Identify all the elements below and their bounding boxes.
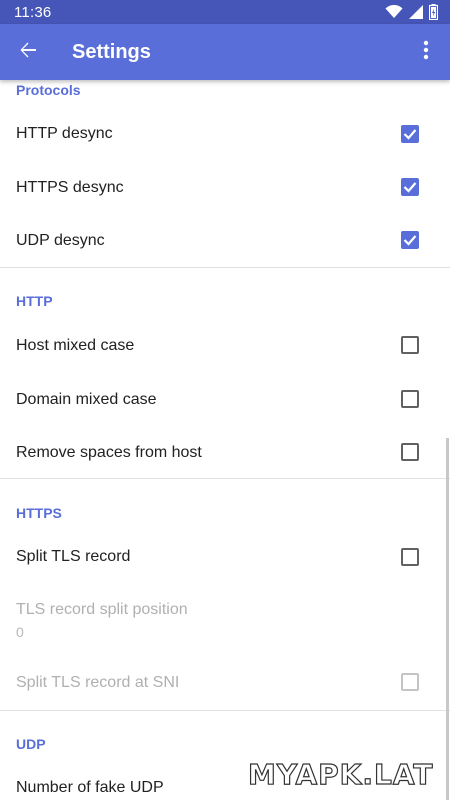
checkmark-icon <box>403 182 417 193</box>
section-header-protocols: Protocols <box>16 82 81 98</box>
checkbox-http-desync[interactable] <box>401 125 419 143</box>
overflow-menu-button[interactable] <box>402 24 450 80</box>
preference-tls-record-split-position: TLS record split position 0 <box>0 585 450 645</box>
section-divider <box>0 267 450 268</box>
checkmark-icon <box>403 235 417 246</box>
checkbox-split-tls-record-at-sni <box>401 673 419 691</box>
checkbox-remove-spaces-from-host[interactable] <box>401 443 419 461</box>
settings-screen: 11:36 Settings Protocols HTTP desync HTT… <box>0 0 450 800</box>
status-icons <box>385 4 438 20</box>
preference-label: UDP desync <box>16 232 105 249</box>
status-bar: 11:36 <box>0 0 450 24</box>
preference-label: Split TLS record at SNI <box>16 674 180 691</box>
preference-remove-spaces-from-host[interactable]: Remove spaces from host <box>0 426 450 480</box>
preference-label: Remove spaces from host <box>16 444 202 461</box>
preference-split-tls-record-at-sni: Split TLS record at SNI <box>0 656 450 710</box>
app-bar: Settings <box>0 24 450 80</box>
battery-icon <box>429 4 438 20</box>
checkbox-host-mixed-case[interactable] <box>401 336 419 354</box>
scrollbar[interactable] <box>446 438 449 800</box>
checkbox-domain-mixed-case[interactable] <box>401 390 419 408</box>
section-header-http: HTTP <box>16 293 53 309</box>
preference-label: TLS record split position <box>16 601 188 618</box>
wifi-icon <box>385 5 403 19</box>
signal-icon <box>409 5 423 19</box>
preference-host-mixed-case[interactable]: Host mixed case <box>0 319 450 373</box>
preference-label: HTTPS desync <box>16 179 124 196</box>
preference-http-desync[interactable]: HTTP desync <box>0 107 450 161</box>
preference-https-desync[interactable]: HTTPS desync <box>0 161 450 215</box>
section-divider <box>0 478 450 479</box>
section-header-udp: UDP <box>16 736 46 752</box>
preference-label: HTTP desync <box>16 125 113 142</box>
preference-label: Split TLS record <box>16 548 131 565</box>
preference-domain-mixed-case[interactable]: Domain mixed case <box>0 373 450 427</box>
page-title: Settings <box>72 40 151 63</box>
preference-label: Number of fake UDP <box>16 779 164 796</box>
preference-label: Host mixed case <box>16 337 135 354</box>
preference-label: Domain mixed case <box>16 391 157 408</box>
status-time: 11:36 <box>14 3 52 21</box>
preference-summary: 0 <box>16 624 24 640</box>
checkmark-icon <box>403 129 417 140</box>
section-header-https: HTTPS <box>16 505 62 521</box>
more-vertical-icon <box>423 40 429 65</box>
preference-split-tls-record[interactable]: Split TLS record <box>0 530 450 584</box>
back-button[interactable] <box>0 24 56 80</box>
arrow-left-icon <box>19 41 37 64</box>
section-divider <box>0 710 450 711</box>
checkbox-udp-desync[interactable] <box>401 231 419 249</box>
settings-list[interactable]: Protocols HTTP desync HTTPS desync UDP d… <box>0 80 450 800</box>
checkbox-split-tls-record[interactable] <box>401 548 419 566</box>
preference-udp-desync[interactable]: UDP desync <box>0 214 450 268</box>
checkbox-https-desync[interactable] <box>401 178 419 196</box>
watermark-text: MYAPK.LAT <box>247 757 434 791</box>
